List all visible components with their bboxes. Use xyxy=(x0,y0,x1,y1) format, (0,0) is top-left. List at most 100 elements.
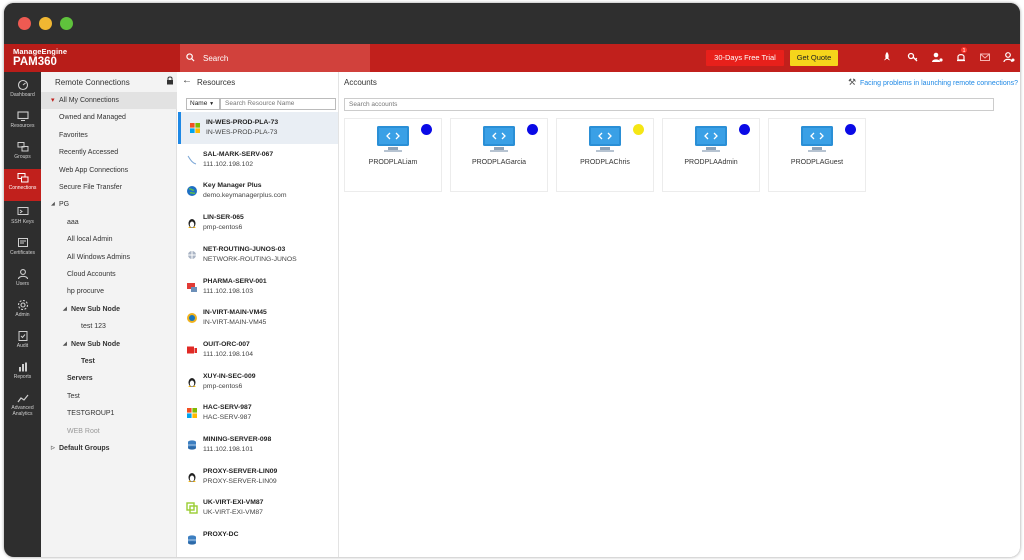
tree-item[interactable]: Cloud Accounts xyxy=(41,266,177,283)
tree-item[interactable]: Favorites xyxy=(41,127,177,144)
close-window-button[interactable] xyxy=(18,17,31,30)
resource-item[interactable]: SAL-MARK-SERV-067 111.102.198.102 xyxy=(178,144,338,176)
user-icon[interactable] xyxy=(1002,51,1016,65)
nav-connections[interactable]: Connections xyxy=(4,169,41,201)
nav-resources[interactable]: Resources xyxy=(4,107,41,137)
get-quote-button[interactable]: Get Quote xyxy=(790,50,838,66)
maximize-window-button[interactable] xyxy=(60,17,73,30)
free-trial-button[interactable]: 30-Days Free Trial xyxy=(706,50,784,66)
brand-company: ManageEngine xyxy=(13,47,68,56)
brand-logo[interactable]: ManageEngine PAM360 xyxy=(4,44,180,72)
tree-item[interactable]: hp procurve xyxy=(41,283,177,300)
resource-item[interactable]: IN-VIRT-MAIN-VM45 IN-VIRT-MAIN-VM45 xyxy=(178,302,338,334)
account-card[interactable]: PRODPLAChris xyxy=(556,118,654,192)
minimize-window-button[interactable] xyxy=(39,17,52,30)
tools-icon: ⚒ xyxy=(847,77,857,87)
resource-name: LIN-SER-065 xyxy=(203,214,244,222)
resource-item[interactable]: Key Manager Plus demo.keymanagerplus.com xyxy=(178,175,338,207)
tree-item[interactable]: All Windows Admins xyxy=(41,249,177,266)
nav-admin[interactable]: Admin xyxy=(4,296,41,326)
tree-item[interactable]: Secure File Transfer xyxy=(41,179,177,196)
collapsed-caret-icon[interactable]: ▷ xyxy=(51,440,55,457)
nav-users[interactable]: Users xyxy=(4,265,41,295)
resource-item[interactable]: HAC-SERV-987 HAC-SERV-987 xyxy=(178,397,338,429)
resource-search-input[interactable]: Search Resource Name xyxy=(220,98,336,110)
tree-item[interactable]: ◢ New Sub Node xyxy=(41,336,177,353)
resource-item[interactable]: MINING-SERVER-098 111.102.198.101 xyxy=(178,429,338,461)
gear-icon xyxy=(17,299,28,311)
nav-certificates[interactable]: Certificates xyxy=(4,234,41,264)
global-search-placeholder: Search xyxy=(203,54,229,63)
account-search-input[interactable]: Search accounts xyxy=(344,98,994,111)
tree-item-label: New Sub Node xyxy=(71,340,121,348)
resource-item[interactable]: PROXY-SERVER-LIN09 PROXY-SERVER-LIN09 xyxy=(178,461,338,493)
resource-item[interactable]: IN-WES-PROD-PLA-73 IN-WES-PROD-PLA-73 xyxy=(178,112,338,144)
account-card[interactable]: PRODPLAGuest xyxy=(768,118,866,192)
tree-item[interactable]: test 123 xyxy=(41,318,177,335)
account-card[interactable]: PRODPLAGarcia xyxy=(450,118,548,192)
expanded-caret-icon[interactable]: ◢ xyxy=(63,336,67,353)
user-alert-icon[interactable] xyxy=(930,51,944,65)
nav-label: Advanced Analytics xyxy=(11,405,34,417)
tree-item[interactable]: ▷ Default Groups xyxy=(41,440,177,457)
nav-groups[interactable]: Groups xyxy=(4,138,41,168)
back-arrow-icon[interactable]: ← xyxy=(182,75,192,86)
connections-tree-panel: Remote Connections ▾ All My Connections Ow… xyxy=(41,72,177,557)
router-icon xyxy=(186,248,198,260)
reports-icon xyxy=(18,362,27,372)
nav-advanced-analytics[interactable]: Advanced Analytics xyxy=(4,389,41,425)
notification-count: 1 xyxy=(960,46,968,54)
tree-item[interactable]: TESTGROUP1 xyxy=(41,405,177,422)
tree-item[interactable]: Test xyxy=(41,353,177,370)
resource-name: IN-WES-PROD-PLA-73 xyxy=(206,119,279,126)
expanded-caret-icon[interactable]: ◢ xyxy=(63,301,67,318)
tree-item[interactable]: Recently Accessed xyxy=(41,144,177,161)
nav-audit[interactable]: Audit xyxy=(4,327,41,357)
pin-icon[interactable]: ▾ xyxy=(51,92,55,109)
rocket-icon[interactable] xyxy=(880,51,894,65)
resource-item[interactable]: LIN-SER-065 pmp-centos6 xyxy=(178,207,338,239)
database-icon xyxy=(186,533,198,545)
resource-name: OUIT-ORC-007 xyxy=(203,340,250,348)
resource-item[interactable]: PROXY-DC xyxy=(178,524,338,556)
nav-label: Resources xyxy=(10,123,35,129)
mail-icon[interactable] xyxy=(978,51,992,65)
monitor-icon xyxy=(16,111,29,122)
nav-label: Audit xyxy=(16,343,29,349)
resource-item[interactable]: NET-ROUTING-JUNOS-03 NETWORK-ROUTING-JUNO… xyxy=(178,239,338,271)
tree-item[interactable]: Web App Connections xyxy=(41,162,177,179)
tree-item[interactable]: Servers xyxy=(41,370,177,387)
account-card[interactable]: PRODPLAAdmin xyxy=(662,118,760,192)
tree-item[interactable]: ◢ PG xyxy=(41,196,177,213)
global-search-input[interactable]: Search xyxy=(180,44,370,72)
expanded-caret-icon[interactable]: ◢ xyxy=(51,196,55,213)
tree-item[interactable]: WEB Root xyxy=(41,423,177,440)
tree-item[interactable]: ▾ All My Connections xyxy=(41,92,177,109)
nav-dashboard[interactable]: Dashboard xyxy=(4,76,41,106)
users-icon xyxy=(17,269,28,280)
tree-item-label: Recently Accessed xyxy=(59,149,119,157)
tree-item[interactable]: Owned and Managed xyxy=(41,109,177,126)
account-card[interactable]: PRODPLALiam xyxy=(344,118,442,192)
resource-item[interactable]: XUY-IN-SEC-009 pmp-centos6 xyxy=(178,366,338,398)
resource-item[interactable]: UK-VIRT-EXI-VM87 UK-VIRT-EXI-VM87 xyxy=(178,492,338,524)
tree-item[interactable]: Test xyxy=(41,388,177,405)
key-icon[interactable] xyxy=(906,51,920,65)
nav-ssh-keys[interactable]: SSH Keys xyxy=(4,203,41,233)
groups-icon xyxy=(17,142,28,152)
resource-name: PHARMA-SERV-001 xyxy=(203,277,267,285)
tree-item-label: Servers xyxy=(67,375,93,383)
tree-item[interactable]: All local Admin xyxy=(41,231,177,248)
resource-name: MINING-SERVER-098 xyxy=(203,436,272,443)
tree-item[interactable]: ◢ New Sub Node xyxy=(41,301,177,318)
tree-item[interactable]: aaa xyxy=(41,214,177,231)
nav-reports[interactable]: Reports xyxy=(4,358,41,388)
app-content: ManageEngine PAM360 Search 30-Days Free … xyxy=(4,44,1020,557)
resource-filter-select[interactable]: Name ▼ xyxy=(186,98,220,110)
resource-name: UK-VIRT-EXI-VM87 xyxy=(203,499,264,507)
resource-item[interactable]: OUIT-ORC-007 111.102.198.104 xyxy=(178,334,338,366)
remote-connection-help-link[interactable]: ⚒ Facing problems in launching remote con… xyxy=(848,77,1018,88)
resource-item[interactable]: PHARMA-SERV-001 111.102.198.103 xyxy=(178,271,338,303)
lock-icon[interactable] xyxy=(166,76,174,87)
resource-name: XUY-IN-SEC-009 xyxy=(203,372,256,380)
